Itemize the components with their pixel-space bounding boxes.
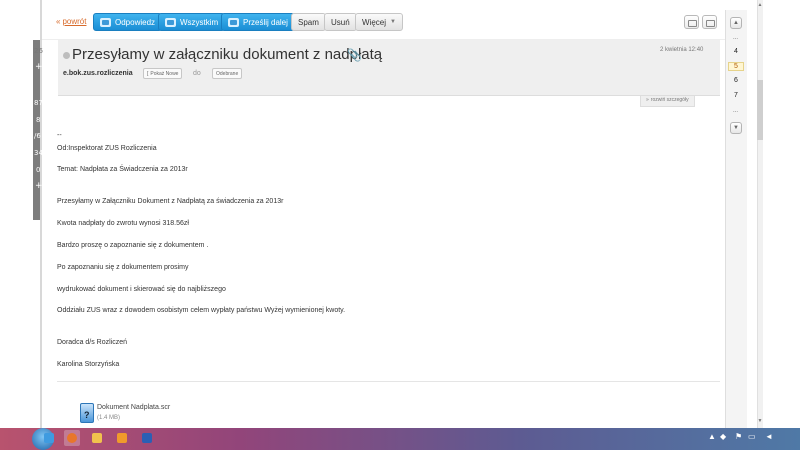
spam-button[interactable]: Spam xyxy=(291,13,326,31)
back-arrow-icon: « xyxy=(56,17,61,26)
reply-all-button-label: Wszystkim xyxy=(180,17,219,27)
word-icon[interactable] xyxy=(139,430,155,446)
more-dropdown[interactable]: Więcej ▼ xyxy=(355,13,403,31)
reply-icon xyxy=(100,17,111,27)
pager-item-active[interactable]: 5 xyxy=(728,62,744,71)
expand-details-link[interactable]: » rozwiń szczegóły xyxy=(640,96,695,107)
body-line: Oddziału ZUS wraz z dowodem osobistym ce… xyxy=(57,307,346,314)
spam-button-label: Spam xyxy=(298,17,319,27)
open-window-icon[interactable] xyxy=(702,15,717,29)
left-strip-label: 34 xyxy=(34,149,43,157)
ie-icon[interactable] xyxy=(41,430,57,446)
back-link-label: powrót xyxy=(62,17,87,26)
body-line: wydrukować dokument i skierować się do n… xyxy=(57,286,226,293)
left-strip-label: /6 xyxy=(34,132,41,140)
page-scrollbar[interactable] xyxy=(757,0,763,428)
message-date: 2 kwietnia 12:40 xyxy=(660,47,704,53)
scroll-up-icon[interactable]: ▲ xyxy=(757,2,763,8)
body-line: Temat: Nadpłata za Świadczenia za 2013r xyxy=(57,166,188,173)
file-exe-icon[interactable] xyxy=(80,403,94,423)
sender-name[interactable]: e.bok.zus.rozliczenia xyxy=(63,70,133,77)
left-strip-label: 26 xyxy=(34,47,43,55)
pager-ellipsis: ... xyxy=(733,35,739,41)
signature-title: Doradca d/s Rozliczeń xyxy=(57,339,128,346)
chevron-down-icon: » xyxy=(646,97,649,103)
more-dropdown-label: Więcej xyxy=(362,17,387,27)
body-line: Od:Inspektorat ZUS Rozliczenia xyxy=(57,145,157,152)
attachment-size: (1.4 MB) xyxy=(97,415,121,421)
message-subject: Przesyłamy w załączniku dokument z nadpł… xyxy=(72,46,383,63)
reply-button[interactable]: Odpowiedz xyxy=(93,13,163,31)
folder-icon[interactable] xyxy=(89,430,105,446)
to-label: do xyxy=(193,70,201,77)
body-line: Przesyłamy w Załączniku Dokument z Nadpł… xyxy=(57,198,284,205)
page-scrollbar-thumb[interactable] xyxy=(757,80,763,140)
pager-item[interactable]: 7 xyxy=(734,92,738,99)
pager-item[interactable]: 4 xyxy=(734,48,738,55)
media-player-icon[interactable] xyxy=(114,430,130,446)
expand-details-label: rozwiń szczegóły xyxy=(650,97,689,103)
body-line: -- xyxy=(57,132,62,139)
back-link[interactable]: «powrót xyxy=(56,17,86,26)
show-new-icon: [ xyxy=(147,70,149,77)
left-strip-label[interactable]: + xyxy=(35,62,43,72)
network-icon[interactable]: ◆ xyxy=(720,432,726,441)
print-icon[interactable] xyxy=(684,15,699,29)
forward-button-label: Prześlij dalej xyxy=(243,17,288,27)
volume-icon[interactable]: ◄ xyxy=(765,432,773,441)
reply-all-button[interactable]: Wszystkim xyxy=(158,13,226,31)
delete-button-label: Usuń xyxy=(331,17,350,27)
left-strip-label: 0 xyxy=(36,166,41,174)
firefox-icon[interactable] xyxy=(64,430,80,446)
body-line: Bardzo proszę o zapoznanie się z dokumen… xyxy=(57,242,209,249)
attachment-name[interactable]: Dokument Nadplata.scr xyxy=(97,404,170,411)
chevron-down-icon[interactable]: ▼ xyxy=(730,122,742,134)
left-strip-label[interactable]: + xyxy=(35,181,43,191)
forward-icon xyxy=(228,17,239,27)
scroll-down-icon[interactable]: ▼ xyxy=(757,418,763,424)
body-line: Po zapoznaniu się z dokumentem prosimy xyxy=(57,264,189,271)
paperclip-icon: 📎 xyxy=(347,48,362,62)
signature-name: Karolina Storzyńska xyxy=(57,361,120,368)
flag-icon[interactable]: ⚑ xyxy=(735,432,742,441)
delete-button[interactable]: Usuń xyxy=(324,13,357,31)
attachments-divider xyxy=(57,381,720,382)
left-strip-label: 87 xyxy=(34,99,43,107)
monitor-icon[interactable]: ▭ xyxy=(748,432,756,441)
chevron-down-icon: ▼ xyxy=(390,19,396,25)
tray-arrow-icon[interactable]: ▲ xyxy=(708,432,716,441)
show-new-label: Pokaż Nowe xyxy=(150,70,179,77)
read-status-icon[interactable] xyxy=(63,52,70,59)
reply-all-icon xyxy=(165,17,176,27)
reply-button-label: Odpowiedz xyxy=(115,17,156,27)
body-line: Kwota nadpłaty do zwrotu wynosi 318.56zł xyxy=(57,220,189,227)
message-pager-sidebar xyxy=(725,10,747,428)
chevron-up-icon[interactable]: ▲ xyxy=(730,17,742,29)
screen: 26 + 87 8 /6 34 0 + «powrót Odpowiedz Ws… xyxy=(0,0,800,450)
forward-button[interactable]: Prześlij dalej xyxy=(221,13,295,31)
left-strip-label: 8 xyxy=(36,116,41,124)
pager-item[interactable]: 6 xyxy=(734,77,738,84)
show-new-button[interactable]: [Pokaż Nowe xyxy=(143,68,183,79)
folder-chip[interactable]: Odebrane xyxy=(212,68,243,79)
pager-ellipsis: ... xyxy=(733,108,739,114)
